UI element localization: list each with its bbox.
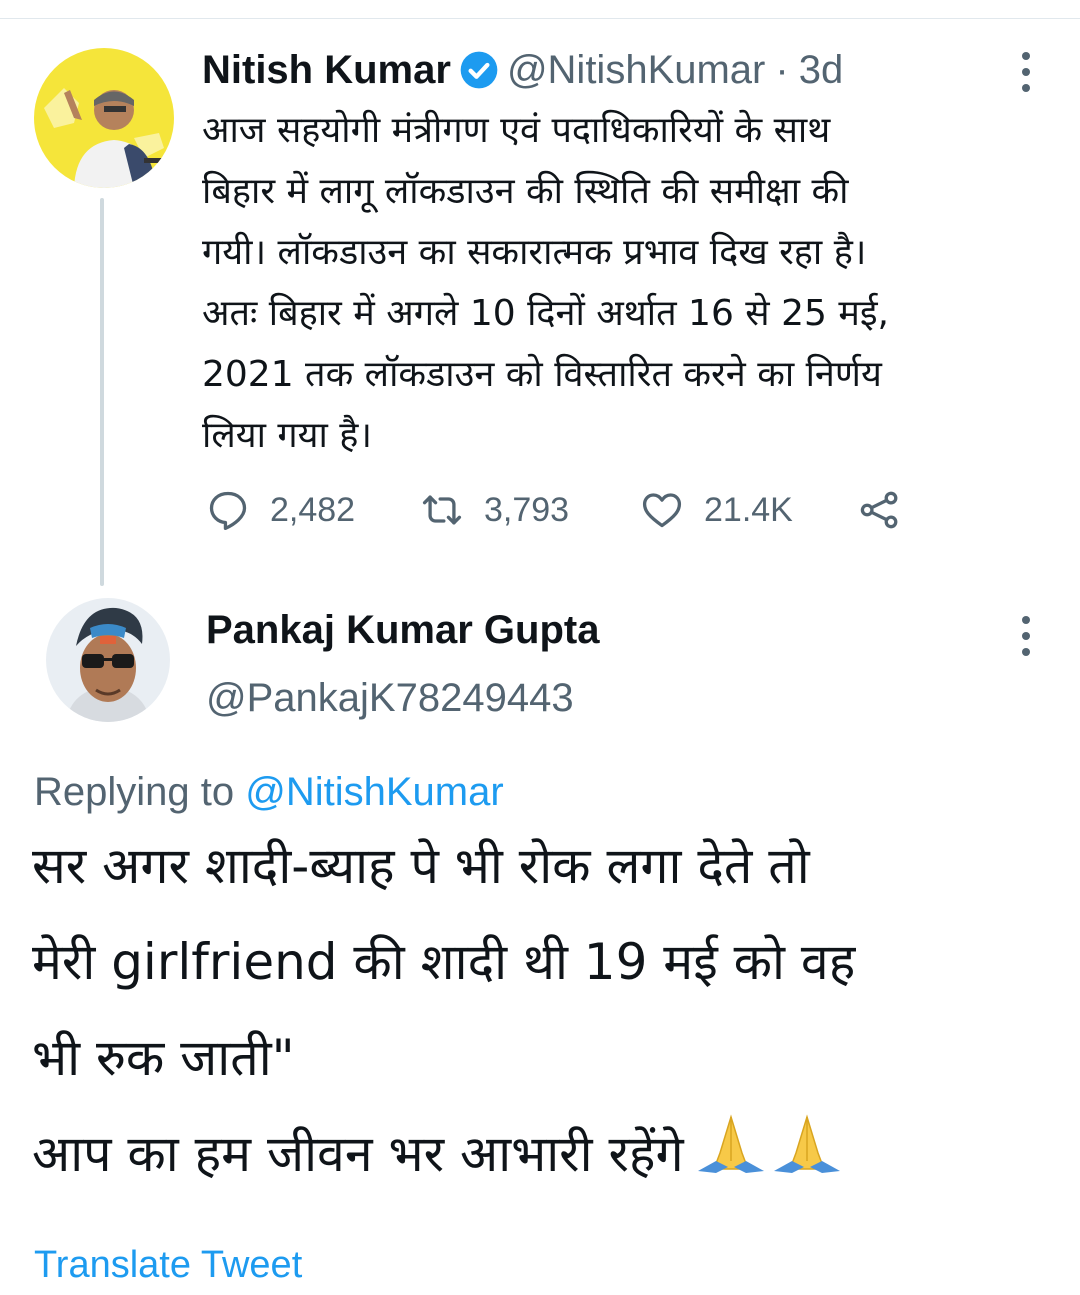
tweet-text-line: गयी। लॉकडाउन का सकारात्मक प्रभाव दिख रहा…: [202, 232, 867, 273]
avatar-image: [46, 598, 170, 722]
retweet-count: 3,793: [484, 490, 570, 529]
author-handle[interactable]: @NitishKumar: [507, 48, 765, 93]
share-button[interactable]: [858, 484, 902, 536]
tweet-text-line: अतः बिहार में अगले 10 दिनों अर्थात 16 से…: [202, 293, 889, 334]
avatar-pankaj-kumar-gupta[interactable]: [46, 598, 170, 722]
tweet-header: Nitish Kumar @NitishKumar · 3d: [202, 44, 843, 96]
reply-button[interactable]: 2,482: [206, 484, 355, 536]
author-name[interactable]: Nitish Kumar: [202, 48, 451, 93]
reply-count: 2,482: [270, 490, 356, 529]
more-vertical-icon[interactable]: [1020, 616, 1032, 656]
reply-text: सर अगर शादी-ब्याह पे भी रोक लगा देते तो …: [32, 818, 1052, 1206]
verified-badge-icon: [459, 50, 499, 90]
more-vertical-icon[interactable]: [1020, 52, 1032, 92]
folded-hands-emoji: [694, 1110, 844, 1206]
like-button[interactable]: 21.4K: [640, 484, 793, 536]
tweet-text-line: बिहार में लागू लॉकडाउन की स्थिति की समीक…: [202, 171, 849, 212]
tweet-text-line: आज सहयोगी मंत्रीगण एवं पदाधिकारियों के स…: [202, 110, 831, 151]
reply-author-handle[interactable]: @PankajK78249443: [206, 676, 574, 721]
tweet-text: आज सहयोगी मंत्रीगण एवं पदाधिकारियों के स…: [202, 100, 1052, 466]
reply-author-name[interactable]: Pankaj Kumar Gupta: [206, 608, 599, 653]
separator-dot: ·: [775, 47, 789, 92]
reply-text-line: मेरी girlfriend की शादी थी 19 मई को वह: [32, 933, 856, 991]
retweet-icon: [420, 488, 464, 532]
avatar-nitish-kumar[interactable]: [34, 48, 174, 188]
tweet-timestamp[interactable]: 3d: [799, 48, 844, 93]
share-icon: [858, 488, 902, 532]
top-divider: [0, 18, 1080, 19]
tweet-text-line: 2021 तक लॉकडाउन को विस्तारित करने का निर…: [202, 354, 882, 395]
tweet-text-line: लिया गया है।: [202, 415, 373, 456]
reply-text-line-with-emoji: आप का हम जीवन भर आभारी रहेंगे: [32, 1106, 1052, 1206]
reply-icon: [206, 488, 250, 532]
tweet-actions-bar: 2,482 3,793 21.4K: [202, 484, 922, 536]
thread-connector-line: [100, 198, 104, 586]
like-count: 21.4K: [704, 490, 793, 529]
replying-to-line: Replying to @NitishKumar: [34, 770, 504, 815]
replying-to-link[interactable]: @NitishKumar: [245, 770, 503, 814]
replying-prefix: Replying to: [34, 770, 235, 814]
translate-tweet-link[interactable]: Translate Tweet: [34, 1244, 302, 1287]
avatar-image: [34, 48, 174, 188]
reply-text-line: आप का हम जीवन भर आभारी रहेंगे: [32, 1125, 684, 1183]
reply-text-line: भी रुक जाती": [32, 1029, 295, 1087]
reply-text-line: सर अगर शादी-ब्याह पे भी रोक लगा देते तो: [32, 837, 810, 895]
retweet-button[interactable]: 3,793: [420, 484, 569, 536]
heart-icon: [640, 488, 684, 532]
